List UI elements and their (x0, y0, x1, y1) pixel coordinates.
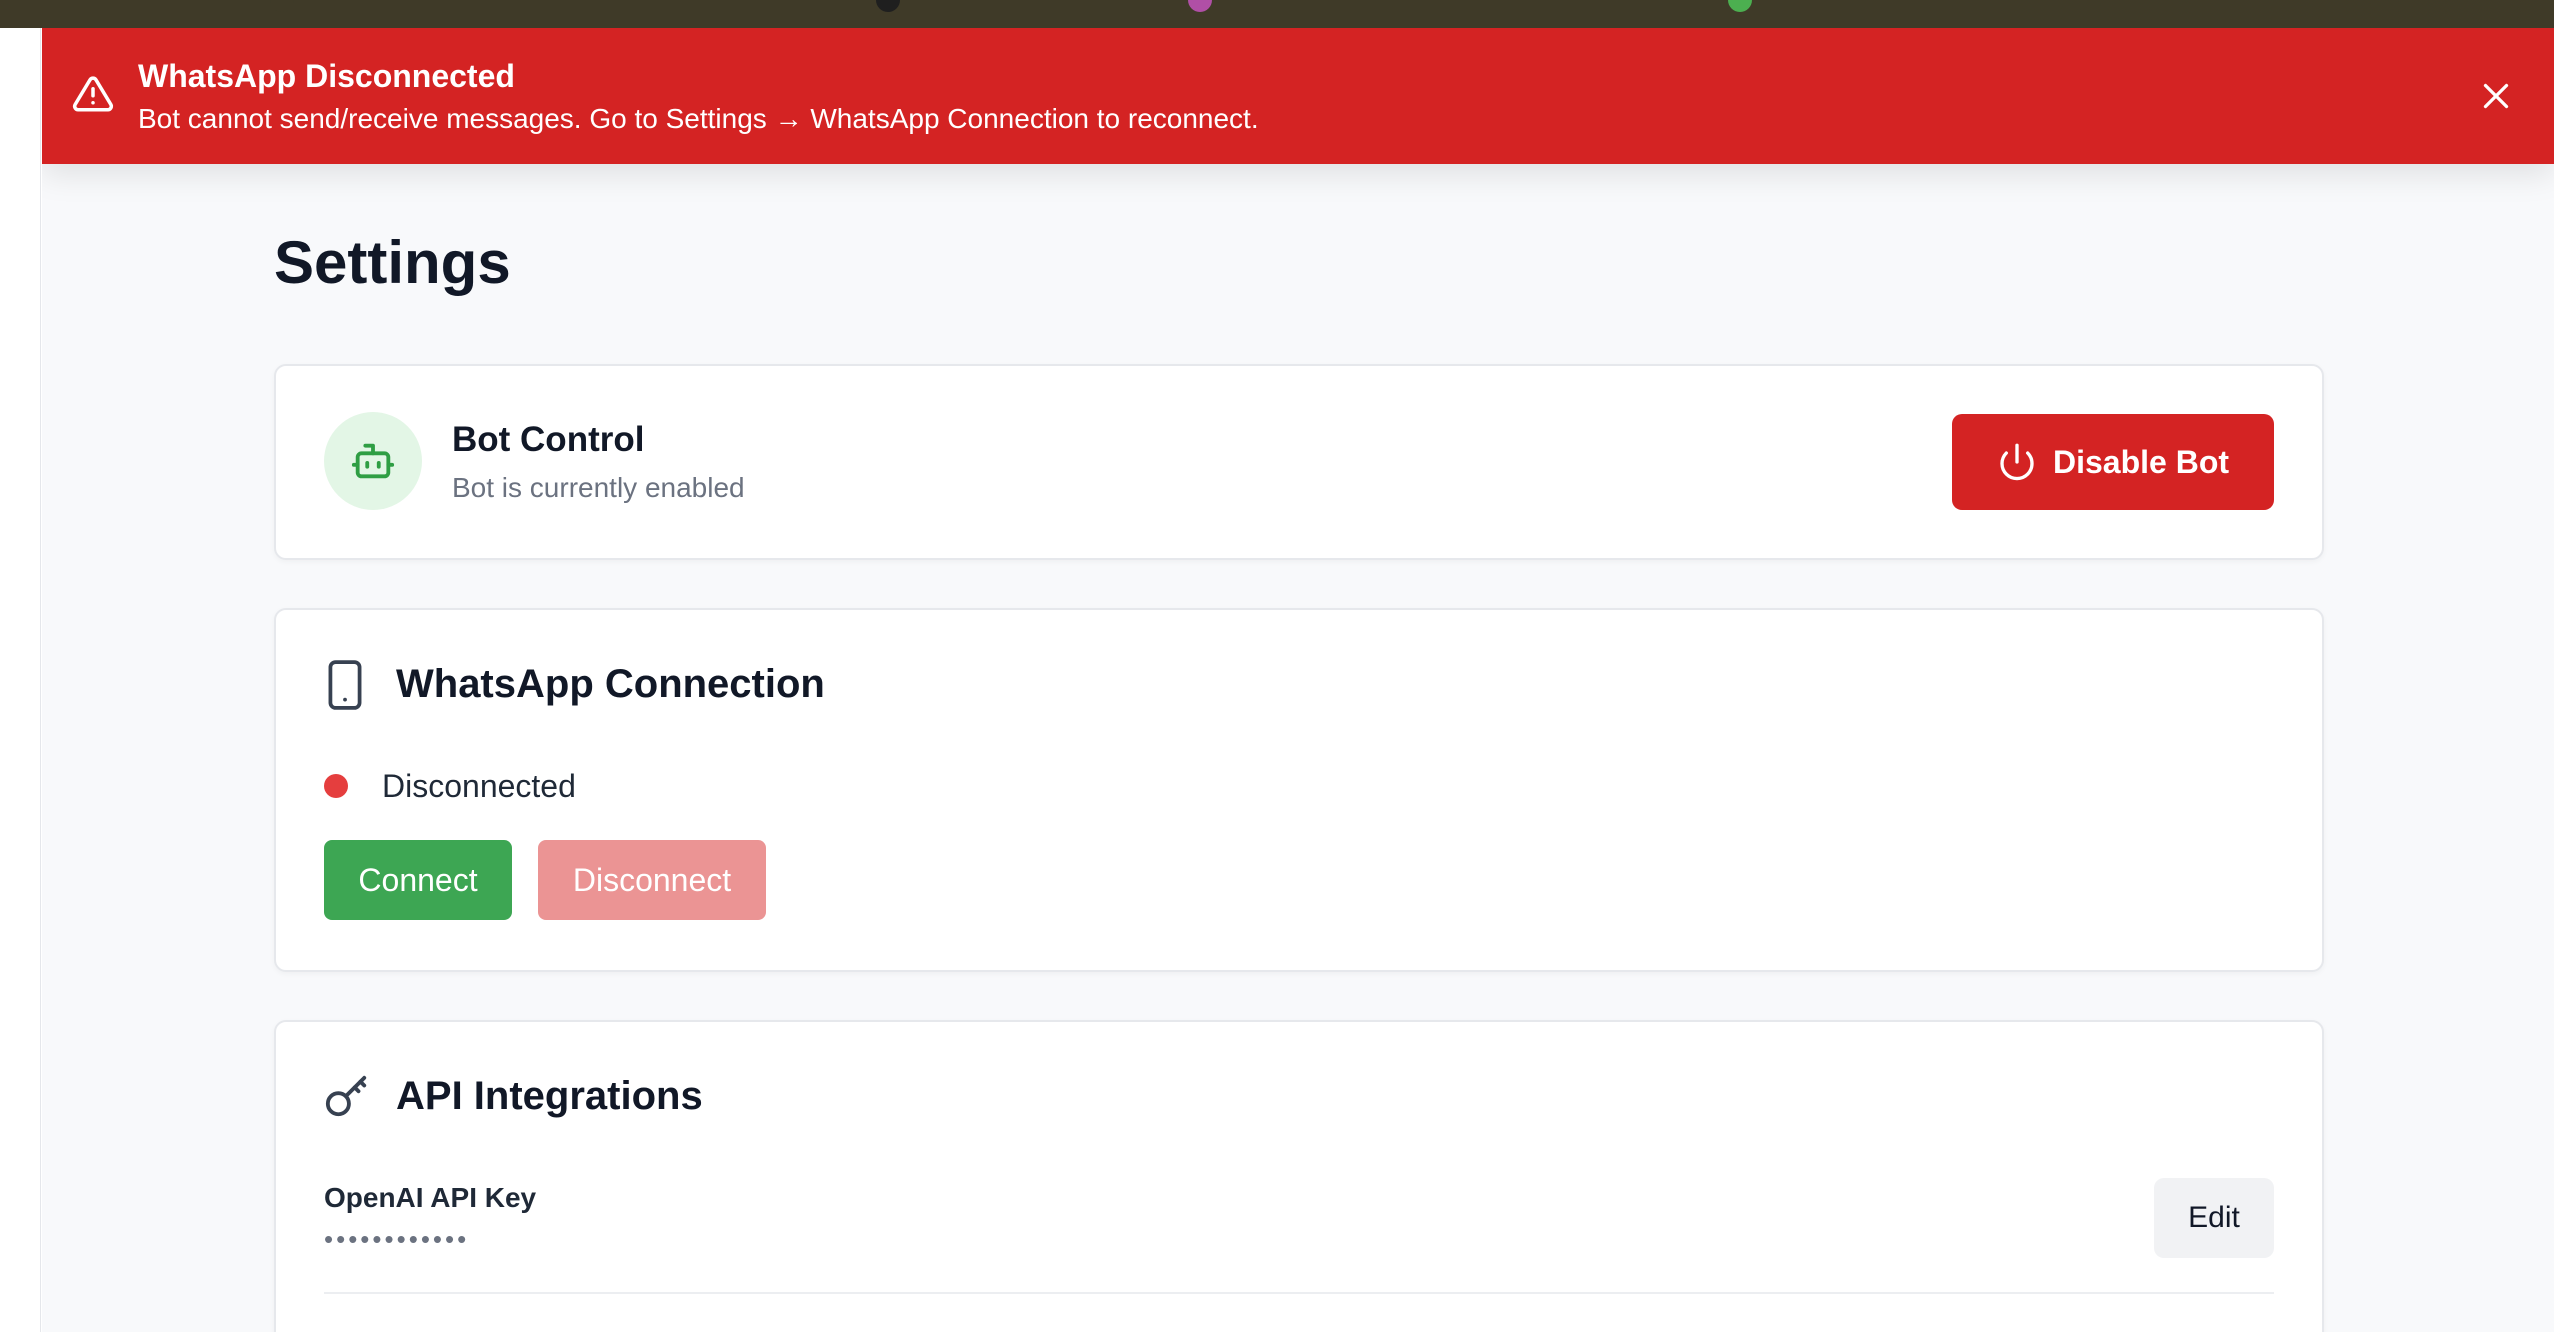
tab-indicator-icon (1728, 0, 1752, 12)
connection-status-text: Disconnected (382, 768, 576, 804)
bot-control-title: Bot Control (452, 420, 645, 459)
main-content: WhatsApp Disconnected Bot cannot send/re… (42, 28, 2554, 1332)
openai-key-label: OpenAI API Key (324, 1182, 537, 1213)
openai-key-value: •••••••••••• (324, 1224, 470, 1254)
disable-bot-label: Disable Bot (2052, 443, 2230, 480)
disconnected-alert-banner: WhatsApp Disconnected Bot cannot send/re… (42, 28, 2554, 164)
status-indicator-dot (324, 774, 348, 798)
whatsapp-section-title: WhatsApp Connection (396, 662, 825, 706)
left-sidebar (0, 28, 41, 1332)
tab-indicator-icon (1188, 0, 1212, 12)
browser-top-bar (0, 0, 2554, 28)
alert-message: Bot cannot send/receive messages. Go to … (138, 103, 1259, 134)
disable-bot-button[interactable]: Disable Bot (1952, 414, 2274, 510)
tab-indicator-icon (270, 0, 294, 12)
api-integrations-card: API Integrations OpenAI API Key ••••••••… (274, 1020, 2324, 1332)
field-divider (324, 1292, 2274, 1294)
key-icon (325, 1075, 367, 1117)
power-icon (2000, 443, 2034, 481)
whatsapp-connection-card: WhatsApp Connection Disconnected Connect… (274, 608, 2324, 972)
api-section-title: API Integrations (396, 1074, 703, 1118)
disconnect-button[interactable]: Disconnect (538, 840, 766, 920)
smartphone-icon (328, 660, 362, 710)
close-icon[interactable] (2478, 78, 2514, 114)
tab-indicator-icon (876, 0, 900, 12)
alert-title: WhatsApp Disconnected (138, 58, 515, 94)
bot-avatar (324, 412, 422, 510)
bot-control-card: Bot Control Bot is currently enabled Dis… (274, 364, 2324, 560)
warning-triangle-icon (72, 76, 114, 112)
robot-icon (351, 443, 395, 479)
bot-status-text: Bot is currently enabled (452, 472, 745, 503)
edit-openai-key-button[interactable]: Edit (2154, 1178, 2274, 1258)
connect-button[interactable]: Connect (324, 840, 512, 920)
page-title: Settings (274, 229, 511, 296)
